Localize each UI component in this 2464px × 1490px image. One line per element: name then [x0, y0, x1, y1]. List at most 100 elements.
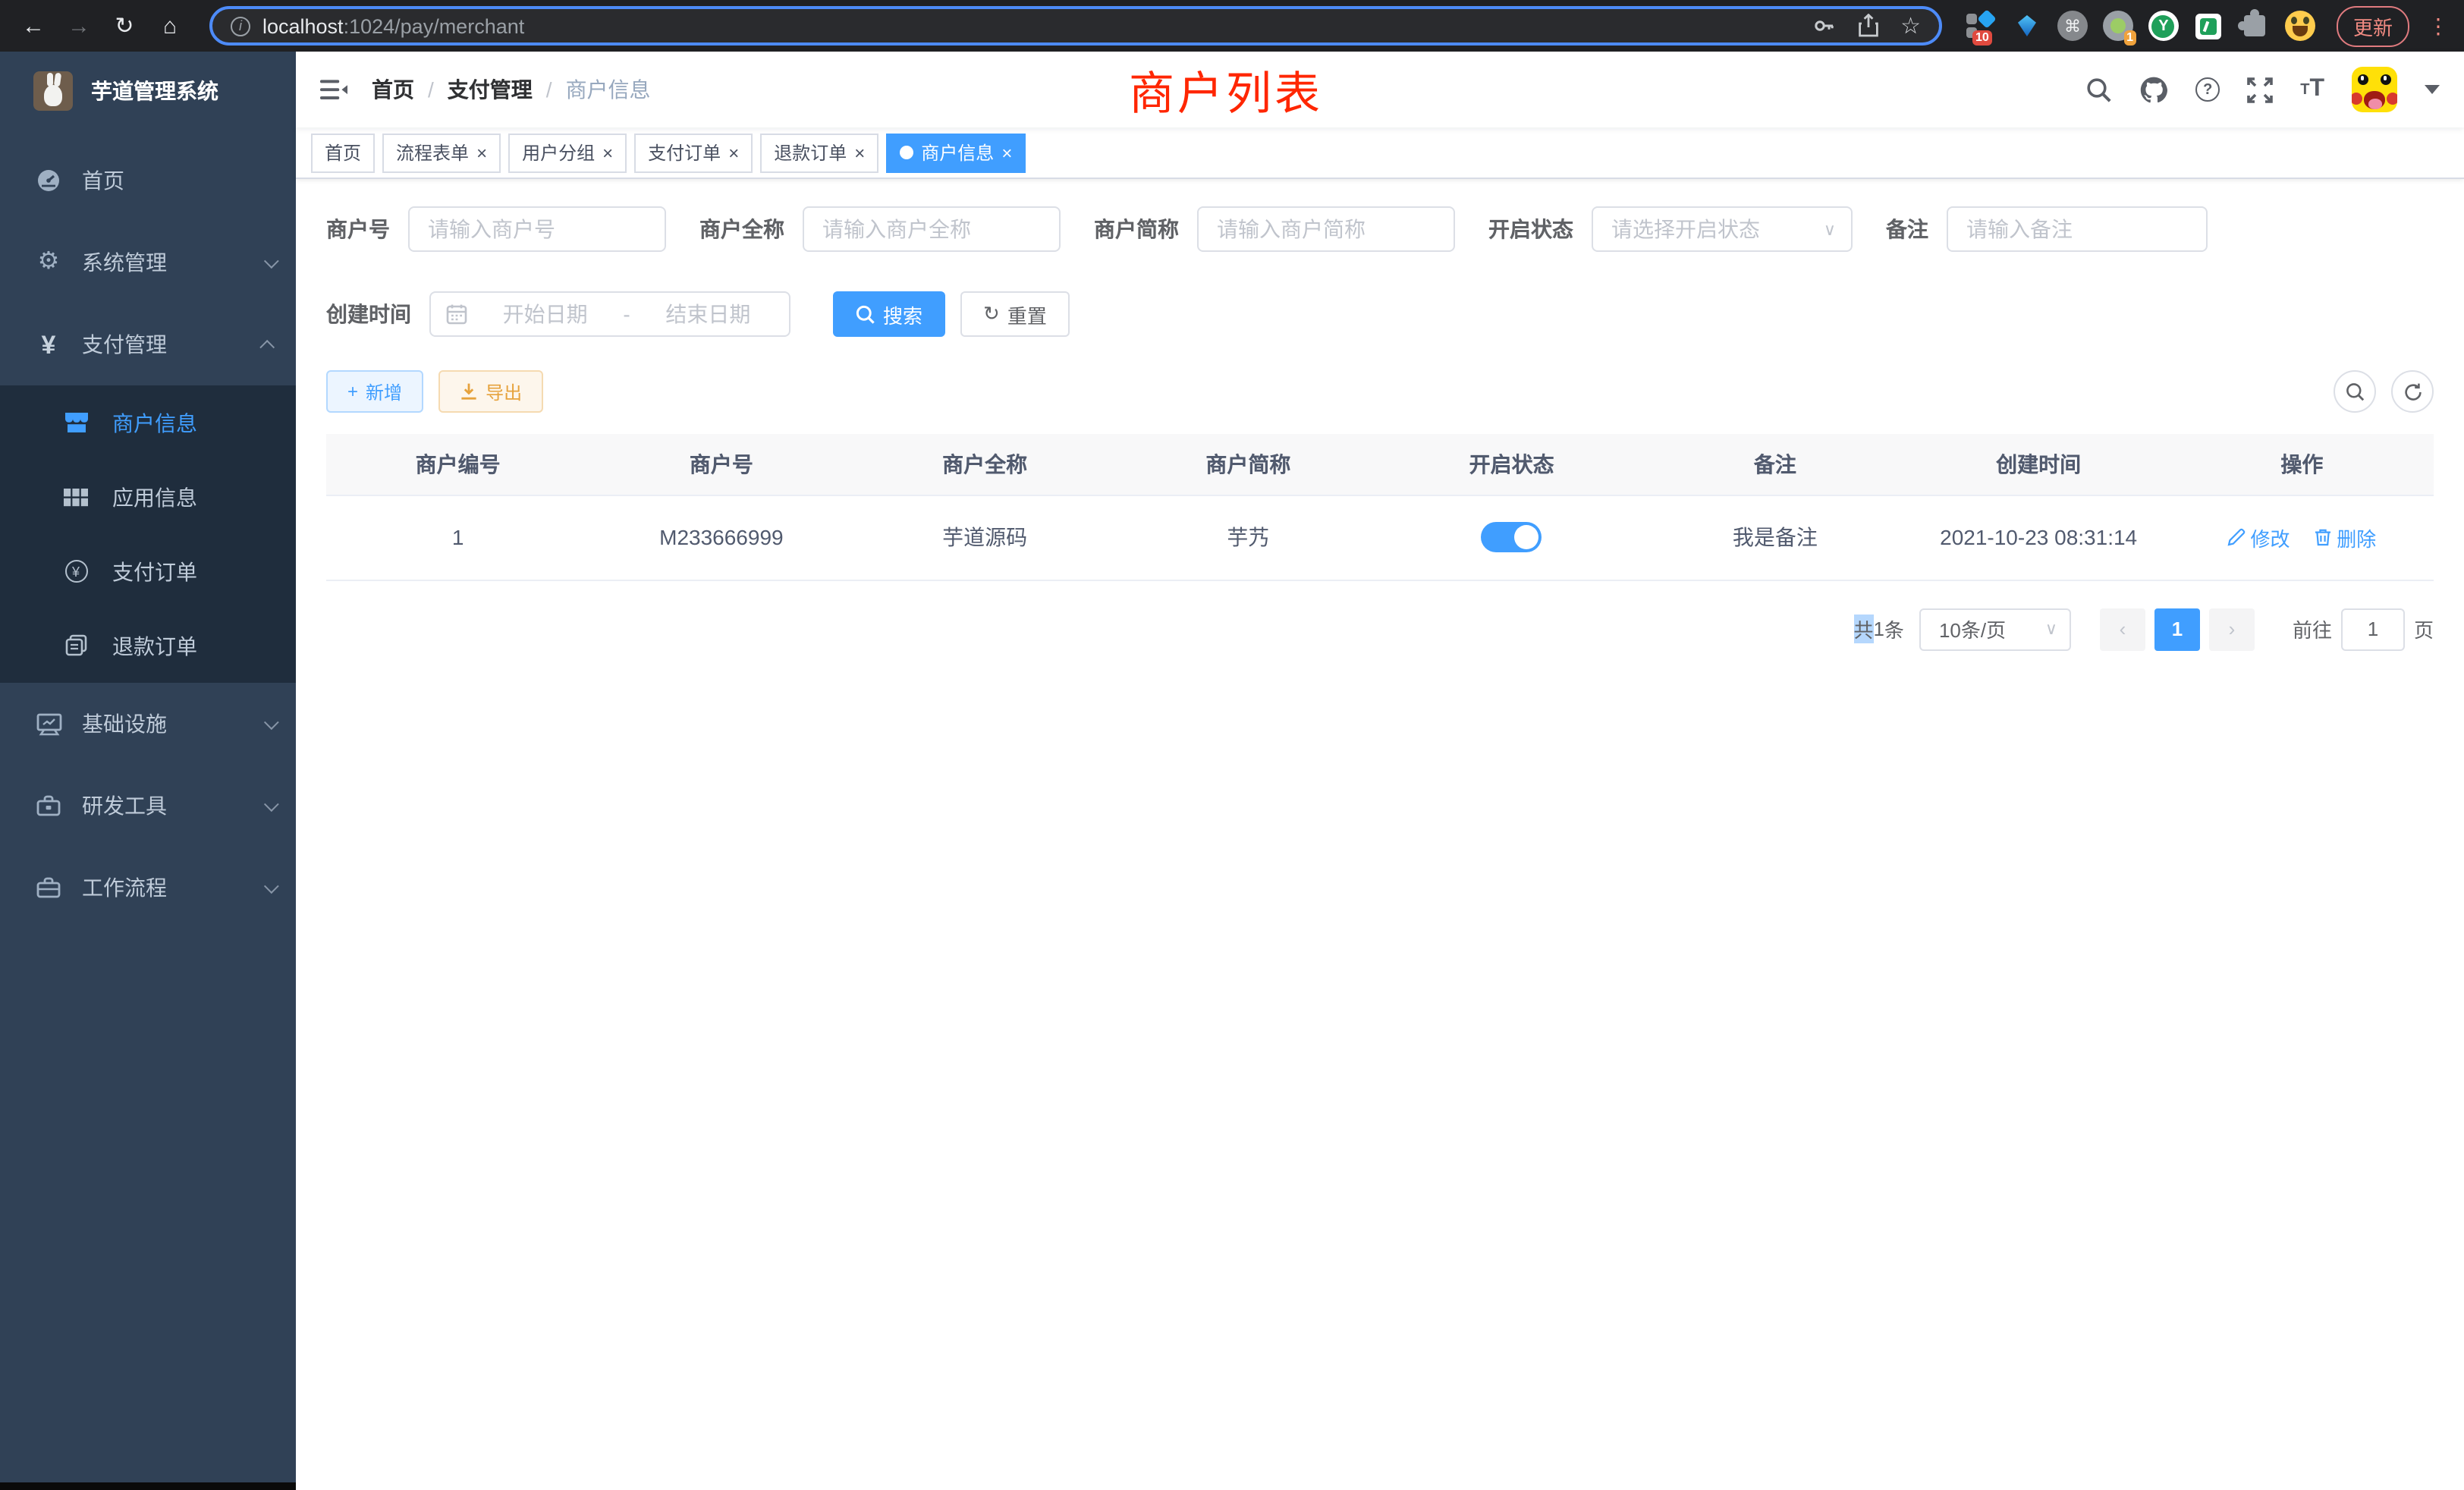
back-icon[interactable]: ← — [15, 8, 52, 44]
extension-chat-icon[interactable] — [2194, 11, 2224, 41]
sidebar-item-workflow[interactable]: 工作流程 — [0, 847, 296, 929]
sidebar-item-devtools[interactable]: 研发工具 — [0, 765, 296, 847]
current-page-button[interactable]: 1 — [2154, 608, 2200, 650]
profile-emoji-icon[interactable] — [2285, 11, 2315, 41]
sidebar-item-pay[interactable]: ¥ 支付管理 — [0, 303, 296, 385]
sidebar-item-label: 系统管理 — [82, 247, 167, 278]
sidebar-item-label: 基础设施 — [82, 709, 167, 739]
sidebar-item-home[interactable]: 首页 — [0, 140, 296, 222]
edit-icon — [2227, 528, 2246, 546]
sidebar-item-system[interactable]: ⚙ 系统管理 — [0, 222, 296, 303]
address-bar[interactable]: i localhost:1024/pay/merchant ☆ — [209, 6, 1942, 46]
extension-gem-icon[interactable] — [2012, 11, 2042, 41]
pagination-total: 共1条 — [1853, 615, 1904, 643]
tab-label: 退款订单 — [774, 140, 847, 165]
tab-label: 支付订单 — [648, 140, 721, 165]
bookmark-star-icon[interactable]: ☆ — [1900, 12, 1921, 39]
font-size-icon[interactable]: TT — [2300, 76, 2324, 103]
tab-label: 商户信息 — [921, 140, 994, 165]
tab-flow-form[interactable]: 流程表单 × — [382, 133, 501, 172]
close-icon[interactable]: × — [854, 142, 865, 163]
breadcrumb-home[interactable]: 首页 — [372, 74, 414, 105]
full-name-input[interactable] — [803, 206, 1061, 252]
short-name-input[interactable] — [1197, 206, 1455, 252]
avatar-caret-icon[interactable] — [2425, 85, 2440, 94]
hamburger-icon[interactable] — [320, 77, 347, 102]
tab-user-group[interactable]: 用户分组 × — [508, 133, 627, 172]
password-key-icon[interactable] — [1811, 14, 1835, 38]
delete-link[interactable]: 删除 — [2314, 523, 2376, 552]
prev-page-button[interactable]: ‹ — [2100, 608, 2145, 650]
calendar-icon — [446, 303, 467, 325]
close-icon[interactable]: × — [602, 142, 613, 163]
extension-y-icon[interactable]: Y — [2148, 11, 2179, 41]
close-icon[interactable]: × — [1001, 142, 1012, 163]
chevron-up-icon — [259, 339, 275, 354]
chevron-down-icon: ∨ — [1824, 219, 1836, 239]
sidebar-item-pay-order[interactable]: ¥ 支付订单 — [0, 534, 296, 608]
create-time-range-picker[interactable]: 开始日期 - 结束日期 — [429, 291, 790, 337]
extension-recorder-icon[interactable]: 1 — [2103, 11, 2133, 41]
tab-merchant-info[interactable]: 商户信息 × — [886, 133, 1026, 172]
forward-icon[interactable]: → — [61, 8, 97, 44]
export-button[interactable]: 导出 — [438, 370, 543, 413]
app-logo-rabbit — [33, 71, 73, 111]
col-create-time: 创建时间 — [1907, 434, 2170, 495]
remark-input[interactable] — [1947, 206, 2208, 252]
header-search-icon[interactable] — [2086, 77, 2112, 102]
breadcrumb-separator: / — [428, 77, 434, 102]
extension-command-icon[interactable]: ⌘ — [2057, 11, 2088, 41]
browser-toolbar: ← → ↻ ⌂ i localhost:1024/pay/merchant ☆ … — [0, 0, 2464, 52]
reset-button[interactable]: ↻ 重置 — [960, 291, 1070, 337]
jump-page-input[interactable] — [2341, 608, 2405, 650]
tab-label: 用户分组 — [522, 140, 595, 165]
jump-prefix: 前往 — [2293, 615, 2332, 643]
sidebar-item-refund-order[interactable]: 退款订单 — [0, 608, 296, 683]
table-header-row: 商户编号 商户号 商户全称 商户简称 开启状态 备注 创建时间 操作 — [326, 434, 2434, 495]
refresh-table-button[interactable] — [2391, 370, 2434, 413]
download-icon — [460, 382, 478, 401]
breadcrumb-pay[interactable]: 支付管理 — [448, 74, 533, 105]
close-icon[interactable]: × — [728, 142, 739, 163]
sidebar-item-infra[interactable]: 基础设施 — [0, 683, 296, 765]
url-text: localhost:1024/pay/merchant — [262, 14, 1799, 37]
home-icon[interactable]: ⌂ — [152, 8, 188, 44]
browser-menu-icon[interactable]: ⋮ — [2428, 13, 2449, 39]
github-icon[interactable] — [2139, 76, 2168, 103]
sidebar-item-app-info[interactable]: 应用信息 — [0, 460, 296, 534]
avatar[interactable] — [2352, 67, 2397, 112]
tab-home[interactable]: 首页 — [311, 133, 375, 172]
share-icon[interactable] — [1856, 14, 1879, 38]
reload-icon[interactable]: ↻ — [106, 8, 143, 44]
extension-tabs-icon[interactable]: 10 — [1966, 11, 1997, 41]
document-icon — [58, 634, 94, 657]
add-button[interactable]: + 新增 — [326, 370, 423, 413]
status-select[interactable]: 请选择开启状态 ∨ — [1592, 206, 1853, 252]
reset-button-label: 重置 — [1007, 300, 1047, 328]
sidebar-item-merchant-info[interactable]: 商户信息 — [0, 385, 296, 460]
col-merchant-id: 商户编号 — [326, 434, 589, 495]
page-size-value: 10条/页 — [1939, 615, 2006, 643]
active-dot — [900, 146, 913, 159]
tab-pay-order[interactable]: 支付订单 × — [634, 133, 753, 172]
chrome-update-button[interactable]: 更新 — [2337, 5, 2409, 46]
table-row: 1 M233666999 芋道源码 芋艿 我是备注 2021-10-23 08:… — [326, 495, 2434, 580]
extensions-puzzle-icon[interactable] — [2239, 11, 2270, 41]
tab-label: 流程表单 — [396, 140, 469, 165]
app-logo-row[interactable]: 芋道管理系统 — [0, 52, 296, 130]
merchant-table: 商户编号 商户号 商户全称 商户简称 开启状态 备注 创建时间 操作 1 — [326, 434, 2434, 580]
site-info-icon[interactable]: i — [231, 16, 250, 36]
help-icon[interactable]: ? — [2195, 77, 2220, 102]
merchant-no-input[interactable] — [408, 206, 666, 252]
fullscreen-icon[interactable] — [2247, 77, 2273, 102]
sidebar-item-label: 首页 — [82, 165, 124, 196]
toggle-search-button[interactable] — [2334, 370, 2376, 413]
search-button[interactable]: 搜索 — [833, 291, 945, 337]
close-icon[interactable]: × — [476, 142, 487, 163]
edit-link[interactable]: 修改 — [2227, 523, 2290, 552]
grid-icon — [58, 488, 94, 506]
tab-refund-order[interactable]: 退款订单 × — [760, 133, 878, 172]
status-switch[interactable] — [1482, 522, 1542, 552]
page-size-select[interactable]: 10条/页 ∨ — [1919, 608, 2071, 650]
next-page-button[interactable]: › — [2209, 608, 2255, 650]
